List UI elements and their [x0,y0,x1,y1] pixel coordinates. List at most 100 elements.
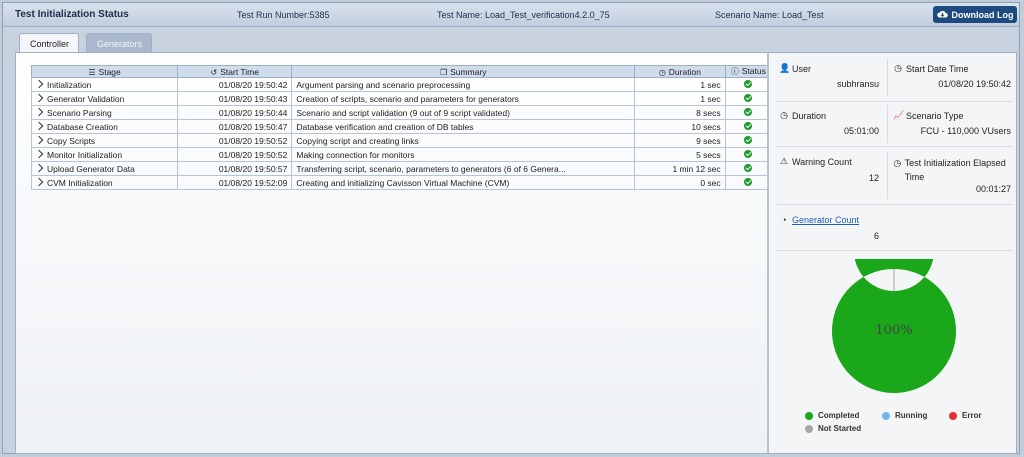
user-label: User [792,63,812,74]
table-row[interactable]: Scenario Parsing 01/08/20 19:50:44 Scenari… [30,105,773,120]
stage-cell[interactable]: Copy Scripts [30,133,179,148]
scenario-name: Scenario Name: Load_Test [715,10,824,20]
table-row[interactable]: Generator Validation 01/08/20 19:50:43 Cre… [30,91,773,106]
stage-cell[interactable]: Initialization [30,77,179,92]
scenario-type-value: FCU - 110,000 VUsers [920,126,1011,136]
generator-count-value: 6 [873,231,879,241]
tab-controller-label: Controller [30,38,70,49]
check-circle-icon [744,79,753,88]
chevron-right-icon[interactable] [34,121,44,130]
stage-cell[interactable]: Database Creation [30,119,179,134]
check-circle-icon [744,135,753,144]
column-label: Status [741,66,766,76]
status-cell [724,77,773,92]
check-circle-icon [744,107,753,116]
stage-name: Upload Generator Data [47,163,135,174]
summary-cell: Making connection for monitors [291,147,636,162]
chevron-right-icon[interactable] [34,135,44,144]
table-row[interactable]: Monitor Initialization 01/08/20 19:50:52 M… [30,147,773,162]
duration-cell: 8 secs [634,105,726,120]
stage-cell[interactable]: Upload Generator Data [30,161,179,176]
duration-cell: 9 secs [634,133,726,148]
table-row[interactable]: Copy Scripts 01/08/20 19:50:52 Copying scr… [30,133,773,148]
stage-name: CVM Initialization [47,177,113,188]
status-cell [724,147,773,162]
duration-cell: 0 sec [634,175,726,190]
elapsed-time-value: 00:01:27 [975,184,1011,194]
stage-name: Monitor Initialization [47,149,123,160]
legend-running[interactable]: Running [882,411,927,420]
chevron-right-icon[interactable] [34,177,44,186]
summary-cell: Database verification and creation of DB… [291,119,636,134]
cloud-download-icon [936,10,948,18]
table-row[interactable]: Database Creation 01/08/20 19:50:47 Databa… [30,119,773,134]
column-header-start-time[interactable]: ↺ Start Time [177,65,293,78]
legend-label: Error [962,411,982,420]
column-label: Stage [98,66,121,77]
test-run-number: Test Run Number:5385 [237,10,330,20]
dashboard-icon: ◔ [781,215,787,225]
chevron-right-icon[interactable] [34,163,44,172]
start-time-cell: 01/08/20 19:50:43 [177,91,293,106]
stage-cell[interactable]: Scenario Parsing [30,105,179,120]
start-date-cell: ◷ Start Date Time 01/08/20 19:50:42 [893,63,1011,99]
generator-count-link[interactable]: Generator Count [792,215,859,225]
column-header-status[interactable]: ⓘ Status [724,65,773,78]
divider [887,151,888,199]
chevron-right-icon[interactable] [34,107,44,116]
chevron-right-icon[interactable] [34,93,44,102]
duration-cell: 1 sec [634,77,726,92]
table-row[interactable]: Upload Generator Data 01/08/20 19:50:57 Tr… [30,161,773,176]
warning-count-value: 12 [868,173,879,183]
divider [887,59,888,97]
stage-name: Generator Validation [47,93,125,104]
history-icon: ↺ [210,67,218,77]
summary-cell: Creation of scripts, scenario and parame… [291,91,636,106]
summary-cell: Scenario and script validation (9 out of… [291,105,636,120]
column-header-summary[interactable]: ❐ Summary [291,65,636,78]
column-header-duration[interactable]: ◷ Duration [634,65,726,78]
legend-label: Running [895,411,928,420]
stage-name: Copy Scripts [47,135,96,146]
divider [777,101,1013,102]
check-circle-icon [744,149,753,158]
legend-error[interactable]: Error [949,411,982,420]
stage-cell[interactable]: Monitor Initialization [30,147,179,162]
summary-cell: Copying script and creating links [291,133,636,148]
status-cell [724,133,773,148]
user-value: subhransu [836,79,879,89]
stage-cell[interactable]: CVM Initialization [30,175,179,190]
download-log-button[interactable]: Download Log [933,6,1017,23]
start-time-cell: 01/08/20 19:50:44 [177,105,293,120]
generator-count-cell: ◔ Generator Count 6 [779,215,879,245]
column-label: Summary [450,66,487,77]
duration-cell: 5 secs [634,147,726,162]
column-header-stage[interactable]: ☰ Stage [30,65,179,78]
start-time-cell: 01/08/20 19:50:47 [177,119,293,134]
stage-cell[interactable]: Generator Validation [30,91,179,106]
legend-not-started[interactable]: Not Started [805,424,861,433]
clock-icon: ◷ [658,67,666,77]
check-circle-icon [744,163,753,172]
table-row[interactable]: CVM Initialization 01/08/20 19:52:09 Creat… [30,175,773,190]
tab-generators[interactable]: Generators [86,33,152,53]
tab-controller[interactable]: Controller [19,33,79,53]
status-cell [724,105,773,120]
table-row[interactable]: Initialization 01/08/20 19:50:42 Argument … [30,77,773,92]
app-frame: Test Initialization Status Test Run Numb… [2,2,1020,454]
stage-name: Scenario Parsing [47,107,112,118]
stage-name: Database Creation [47,121,118,132]
test-name: Test Name: Load_Test_verification4.2.0_7… [437,10,610,20]
elapsed-time-cell: ◷ Test Initialization Elapsed Time 00:01:… [893,156,1011,200]
divider [887,105,888,143]
chevron-right-icon[interactable] [34,79,44,88]
start-time-cell: 01/08/20 19:50:52 [177,133,293,148]
duration-cell: 1 min 12 sec [634,161,726,176]
chevron-right-icon[interactable] [34,149,44,158]
check-circle-icon [744,177,753,186]
start-time-cell: 01/08/20 19:50:57 [177,161,293,176]
clock-icon: ◷ [780,110,788,120]
divider [777,204,1013,205]
duration-value: 05:01:00 [843,126,879,136]
legend-completed[interactable]: Completed [805,411,859,420]
